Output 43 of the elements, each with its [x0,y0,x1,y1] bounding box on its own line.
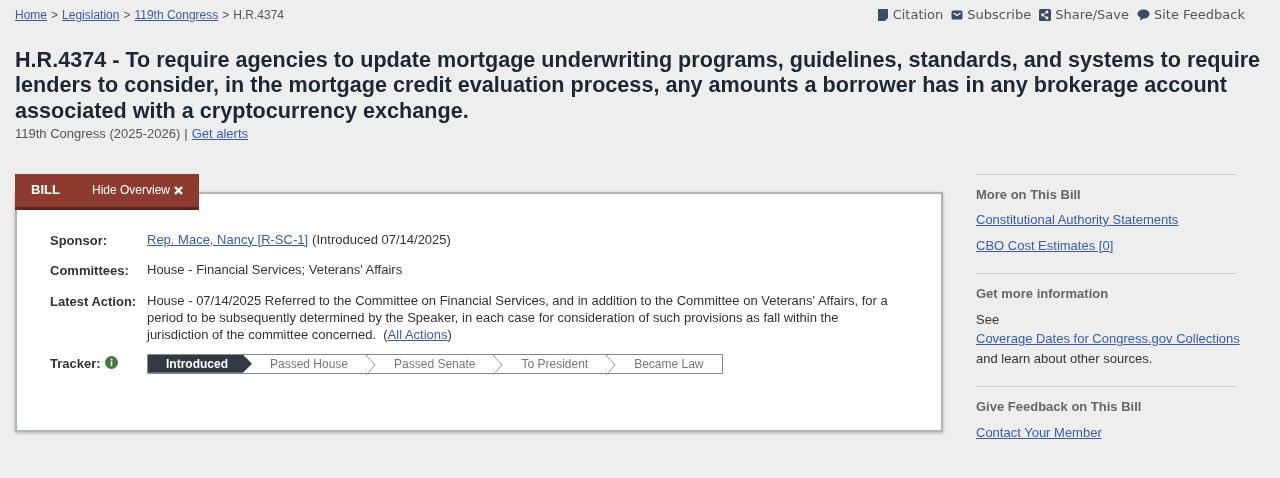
sidebar-link[interactable]: Constitutional Authority Statements [976,212,1179,228]
sidebar-link[interactable]: Coverage Dates for Congress.gov Collections [976,331,1240,347]
share-icon [1039,8,1052,21]
info-icon[interactable] [104,355,118,369]
document-icon [876,8,889,21]
chevron-icon [493,354,504,375]
bill-title: H.R.4374 - To require agencies to update mortgage underwriting programs, guidelines, standards, and systems to require lenders to consider, in the mortgage credit evaluation process, any amounts a borrower has in any brokerage account associated with a cryptocurrency exchange. [15,46,1262,125]
congress-session: 119th Congress (2025-2026) [15,125,181,144]
divider-text: | [184,125,188,144]
all-actions-link[interactable]: All Actions [387,326,448,342]
tracker-step: Introduced [148,354,252,373]
breadcrumb-current: H.R.4374 [233,6,284,24]
field-label: Latest Action: [50,292,138,311]
sidebar-heading: Give Feedback on This Bill [976,398,1143,417]
latest-action-text: House - 07/14/2025 Referred to the Committee on Financial Services, and in addition to the Committee on Veterans' Affairs, for a period to be subsequently determined by the Speaker, in each case for consideration of such provisions as fall within the jurisdiction of the committee concerned. (All Actions) [147,291,889,343]
header-link[interactable]: Citation [892,5,944,25]
breadcrumb-link[interactable]: Legislation [62,5,120,24]
header-link[interactable]: Share/Save [1055,5,1129,25]
breadcrumb-link[interactable]: 119th Congress [134,5,219,24]
sidebar-heading: Get more information [976,285,1110,304]
sponsor-link[interactable]: Rep. Mace, Nancy [R-SC-1] [147,230,309,251]
hide-overview-button[interactable]: Hide Overview [91,181,183,200]
speech-bubble-icon [1137,8,1150,21]
field-label: Tracker: [50,354,101,373]
breadcrumb-link[interactable]: Home [15,5,47,24]
alerts-link[interactable]: Get alerts [191,124,248,144]
envelope-icon [951,8,964,21]
field-label: Sponsor: [50,231,109,250]
close-icon [174,185,183,195]
breadcrumb-separator: > [222,6,230,24]
sidebar-heading: More on This Bill [976,185,1082,204]
breadcrumb-separator: > [51,6,59,24]
sidebar-link[interactable]: Contact Your Member [976,424,1102,440]
chevron-icon [366,354,377,375]
header-link[interactable]: Subscribe [967,5,1032,25]
sidebar-link[interactable]: CBO Cost Estimates [0] [976,237,1114,253]
chevron-icon [606,354,617,375]
breadcrumb-separator: > [123,6,131,24]
field-label: Committees: [50,262,130,281]
introduced-date: (Introduced 07/14/2025) [312,230,451,249]
bill-tab-label: BILL [31,181,60,200]
header-link[interactable]: Site Feedback [1154,5,1245,25]
committees-text: House - Financial Services; Veterans' Affairs [147,261,403,280]
